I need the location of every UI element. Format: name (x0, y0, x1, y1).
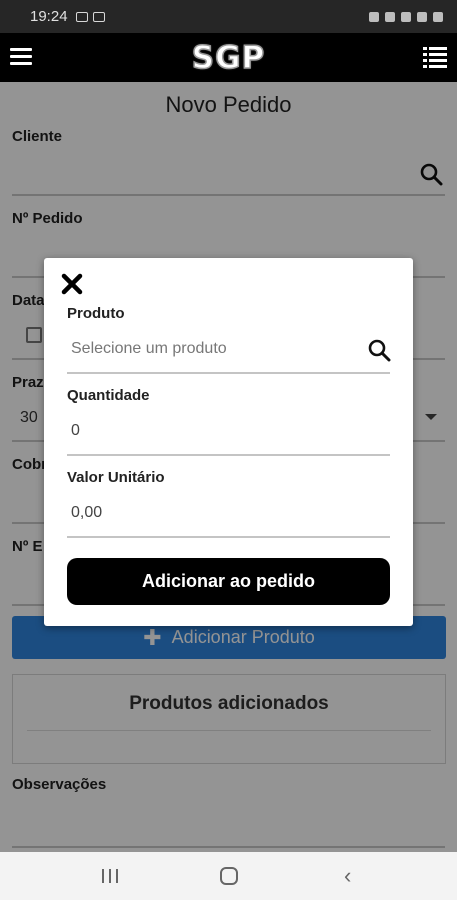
back-icon[interactable]: ‹ (344, 865, 351, 887)
message-notification-icon (92, 11, 105, 22)
valor-unitario-label: Valor Unitário (67, 469, 165, 486)
wifi-icon (401, 11, 411, 22)
system-nav-bar: ‹ (0, 852, 457, 900)
quantidade-underline (67, 454, 390, 456)
add-product-modal: Produto Selecione um produto Quantidade … (44, 258, 413, 626)
status-time: 19:24 (30, 8, 68, 25)
mute-icon (385, 11, 395, 22)
valor-unitario-underline (67, 536, 390, 538)
produto-underline (67, 372, 390, 374)
status-bar: 19:24 (0, 0, 457, 33)
image-notification-icon (75, 11, 88, 22)
app-header: SGP (0, 33, 457, 82)
valor-unitario-input[interactable]: 0,00 (67, 498, 390, 528)
system-icons (369, 11, 443, 22)
add-to-order-button[interactable]: Adicionar ao pedido (67, 558, 390, 605)
search-icon[interactable] (367, 338, 391, 362)
signal-icon (417, 11, 427, 22)
quantidade-input[interactable]: 0 (67, 416, 390, 446)
battery-icon (433, 11, 443, 22)
produto-input[interactable]: Selecione um produto (67, 334, 390, 364)
alarm-icon (369, 11, 379, 22)
notification-icons (75, 11, 105, 22)
list-icon[interactable] (423, 47, 447, 68)
recent-apps-icon[interactable] (102, 869, 120, 883)
home-icon[interactable] (220, 867, 238, 885)
hamburger-icon[interactable] (10, 48, 32, 66)
close-icon[interactable] (60, 272, 84, 296)
produto-label: Produto (67, 305, 125, 322)
app-logo: SGP (191, 39, 266, 77)
quantidade-label: Quantidade (67, 387, 150, 404)
